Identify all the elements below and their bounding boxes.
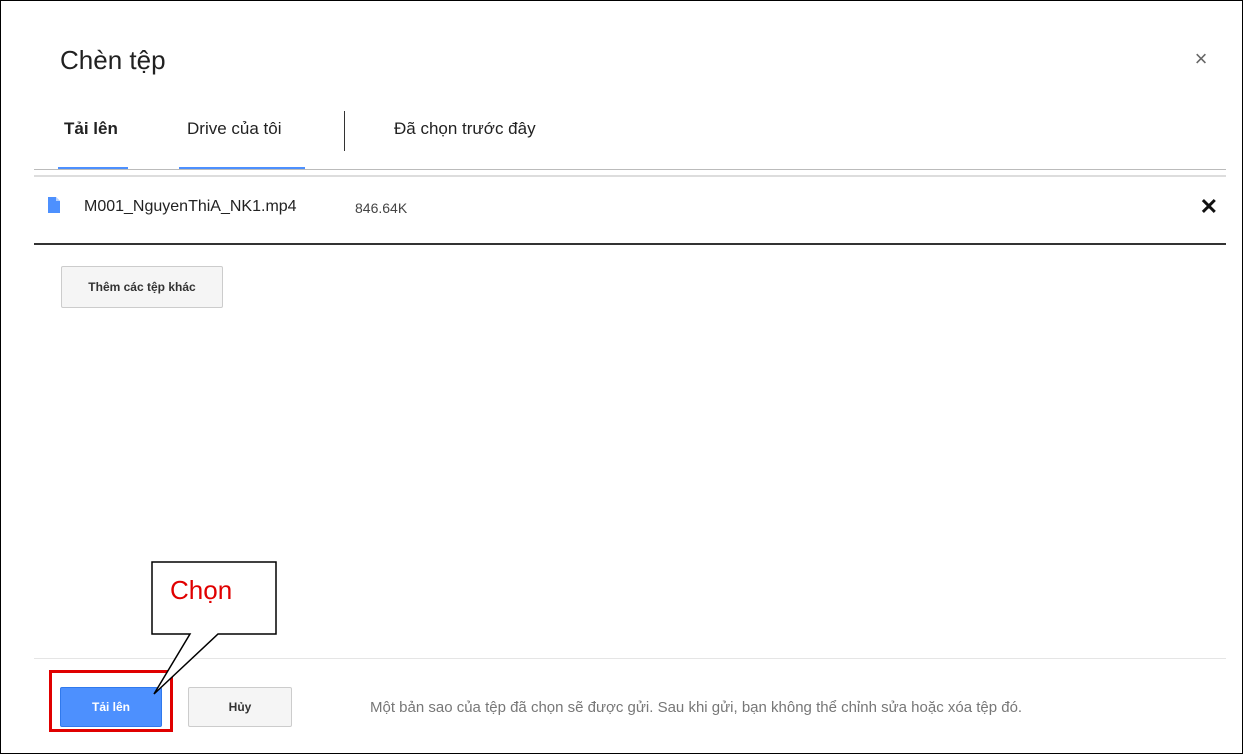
dialog-title: Chèn tệp [60, 45, 166, 75]
tab-divider [344, 111, 345, 151]
callout-label: Chọn [170, 575, 233, 605]
add-more-files-button[interactable]: Thêm các tệp khác [61, 266, 223, 308]
file-size: 846.64K [355, 200, 408, 216]
remove-file-icon[interactable]: ✕ [1200, 194, 1218, 220]
close-dialog-icon[interactable]: × [1189, 45, 1213, 73]
tab-my-drive[interactable]: Drive của tôi [187, 119, 281, 139]
tab-upload[interactable]: Tải lên [64, 119, 118, 139]
tab-previously-selected[interactable]: Đã chọn trước đây [394, 119, 536, 139]
tab-bar: Tải lên Drive của tôi Đã chọn trước đây [1, 101, 1242, 171]
file-list-item: M001_NguyenThiA_NK1.mp4 846.64K ✕ [34, 175, 1226, 245]
footer-note: Một bản sao của tệp đã chọn sẽ được gửi.… [370, 699, 1023, 716]
file-icon [48, 197, 60, 213]
file-name: M001_NguyenThiA_NK1.mp4 [84, 198, 297, 215]
tabs-divider-line [34, 169, 1226, 170]
